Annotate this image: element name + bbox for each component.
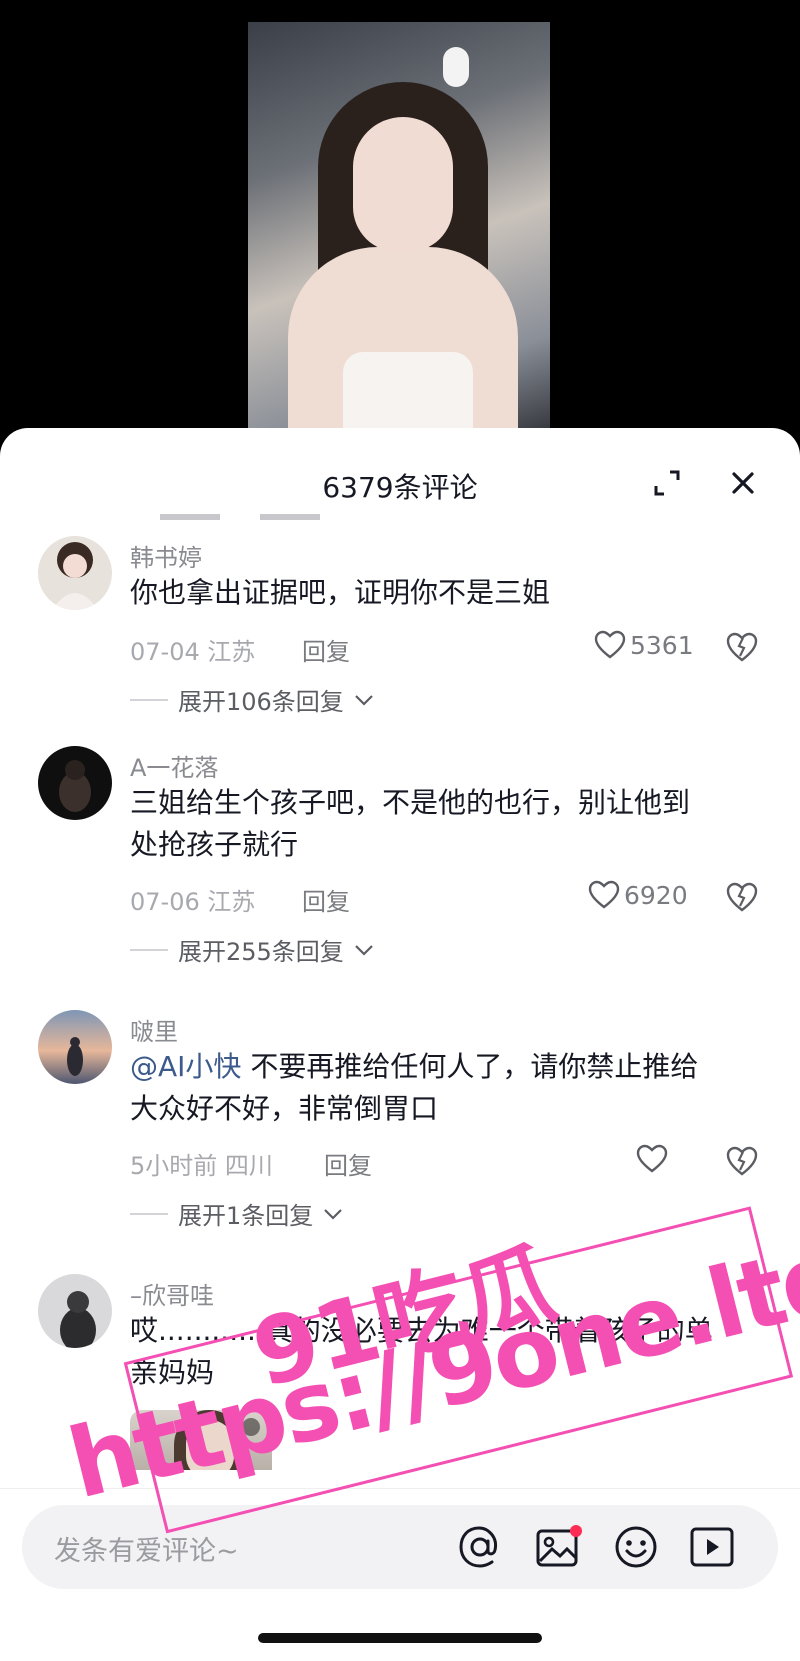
avatar-image xyxy=(38,746,112,820)
comment-author[interactable]: –欣哥哇 xyxy=(130,1276,214,1311)
heart-icon xyxy=(636,1144,668,1173)
avatar-image xyxy=(38,1274,112,1348)
input-placeholder: 发条有爱评论~ xyxy=(54,1536,239,1567)
avatar-image xyxy=(38,1010,112,1084)
video-frame xyxy=(248,22,550,440)
close-icon[interactable] xyxy=(726,466,760,500)
like-button[interactable]: 6920 xyxy=(588,880,688,910)
comment-date: 07-06 xyxy=(130,888,200,916)
comment-text: 你也拿出证据吧，证明你不是三姐 xyxy=(130,576,551,609)
comment-meta: 07-04 江苏 xyxy=(130,632,255,667)
avatar[interactable] xyxy=(38,536,112,610)
reply-button[interactable]: 回复 xyxy=(302,882,350,917)
home-indicator xyxy=(258,1633,542,1643)
like-button[interactable] xyxy=(636,1144,668,1174)
comment-image-attachment[interactable] xyxy=(130,1410,272,1470)
dislike-heart-icon[interactable] xyxy=(725,630,759,664)
chevron-down-icon xyxy=(355,694,373,706)
expand-replies-button[interactable]: 展开106条回复 xyxy=(130,682,374,717)
scrolled-text-remnant xyxy=(160,508,370,522)
expand-icon[interactable] xyxy=(652,468,682,498)
comment-text: 三姐给生个孩子吧，不是他的也行，别让他到 处抢孩子就行 xyxy=(130,786,691,861)
sheet-header: 6379条评论 xyxy=(0,428,800,538)
reply-button[interactable]: 回复 xyxy=(324,1146,372,1181)
like-button[interactable]: 5361 xyxy=(594,630,694,660)
comment-text: @AI小快 不要再推给任何人了，请你禁止推给 大众好不好，非常倒胃口 xyxy=(130,1050,699,1125)
like-count: 6920 xyxy=(624,880,688,910)
expand-replies-label: 展开1条回复 xyxy=(178,1202,314,1230)
avatar[interactable] xyxy=(38,1274,112,1348)
comment-input-bar: 发条有爱评论~ xyxy=(0,1488,800,1661)
image-icon[interactable] xyxy=(532,1521,584,1573)
avatar[interactable] xyxy=(38,746,112,820)
heart-icon xyxy=(594,630,626,659)
video-icon[interactable] xyxy=(686,1521,738,1573)
comment-author[interactable]: A一花落 xyxy=(130,748,218,783)
lamp-shape xyxy=(443,47,469,87)
comment-location: 四川 xyxy=(224,1152,273,1180)
avatar-image xyxy=(38,536,112,610)
comment-author[interactable]: 啵里 xyxy=(130,1012,178,1047)
avatar[interactable] xyxy=(38,1010,112,1084)
at-icon[interactable] xyxy=(454,1521,506,1573)
expand-replies-button[interactable]: 展开1条回复 xyxy=(130,1196,343,1231)
video-player[interactable] xyxy=(0,0,800,440)
comment-date: 5小时前 xyxy=(130,1152,218,1180)
comment-input[interactable]: 发条有爱评论~ xyxy=(22,1505,778,1589)
comment-location: 江苏 xyxy=(207,888,256,916)
comment-text: 哎............真的没必要去为难一个带着孩子的单 亲妈妈 xyxy=(130,1314,713,1389)
expand-replies-label: 展开106条回复 xyxy=(178,688,344,716)
comment-meta: 07-06 江苏 xyxy=(130,882,255,917)
notification-dot xyxy=(570,1525,582,1537)
expand-replies-label: 展开255条回复 xyxy=(178,938,344,966)
comment-author[interactable]: 韩书婷 xyxy=(130,538,202,573)
like-count: 5361 xyxy=(630,630,694,660)
dislike-heart-icon[interactable] xyxy=(725,880,759,914)
chevron-down-icon xyxy=(324,1208,343,1220)
mention-link[interactable]: @AI小快 xyxy=(130,1050,241,1083)
dislike-heart-icon[interactable] xyxy=(725,1144,759,1178)
heart-icon xyxy=(588,880,620,909)
comment-location: 江苏 xyxy=(207,638,256,666)
reply-button[interactable]: 回复 xyxy=(302,632,350,667)
emoji-icon[interactable] xyxy=(610,1521,662,1573)
chevron-down-icon xyxy=(355,944,373,956)
comment-sheet: 6379条评论 韩书婷 你也拿出证据吧，证明你不是三姐 07-04 江苏 回复 xyxy=(0,428,800,1660)
comment-date: 07-04 xyxy=(130,638,200,666)
comment-meta: 5小时前 四川 xyxy=(130,1146,273,1181)
expand-replies-button[interactable]: 展开255条回复 xyxy=(130,932,374,967)
